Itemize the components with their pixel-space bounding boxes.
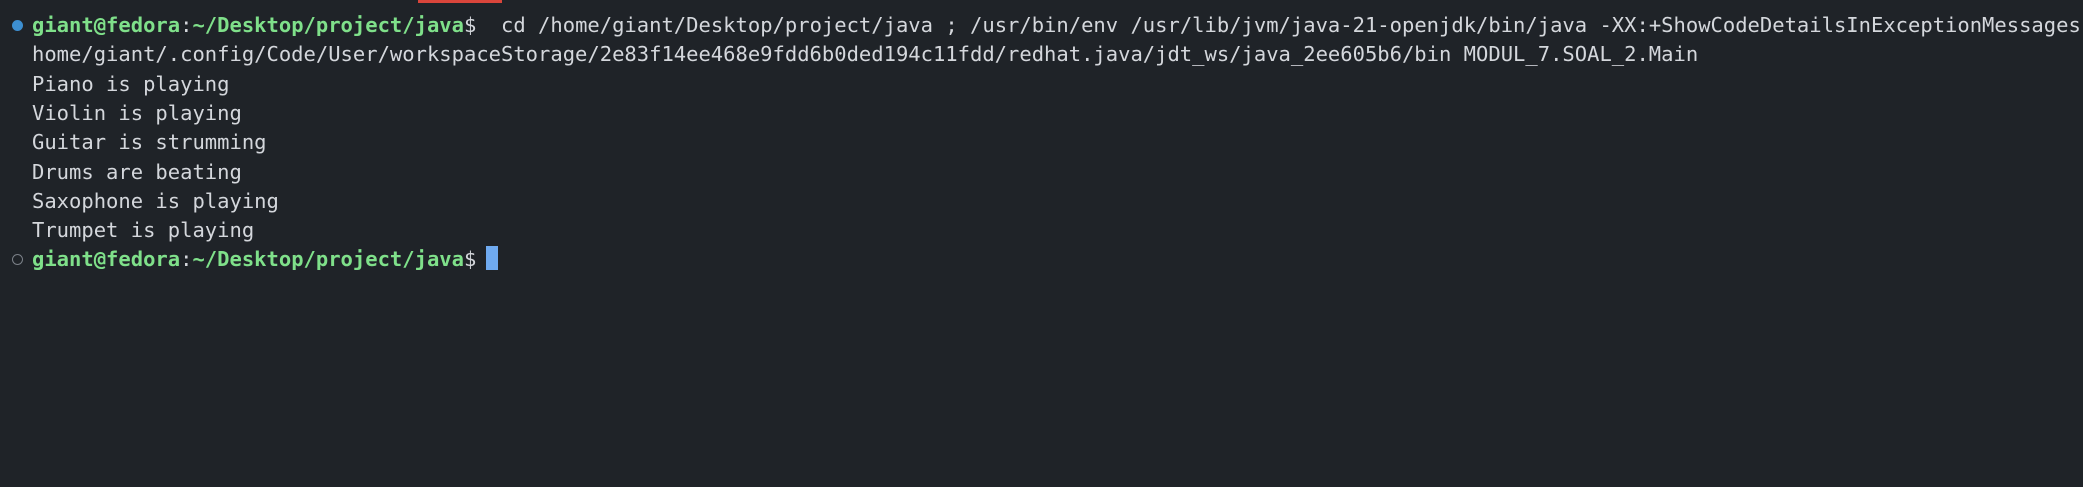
output-line: Guitar is strumming (32, 130, 267, 154)
prompt-colon: : (180, 13, 193, 37)
prompt-colon: : (180, 247, 193, 271)
output-line: Drums are beating (32, 160, 242, 184)
current-prompt-line[interactable]: giant@fedora:~/Desktop/project/java$ (32, 245, 499, 274)
command-success-marker-icon[interactable] (12, 20, 23, 31)
prompt-path: ~/Desktop/project/java (192, 247, 464, 271)
active-tab-indicator (418, 0, 502, 3)
command-text-part-1: cd /home/giant/Desktop/project/java ; /u… (476, 13, 2083, 37)
prompt-user-host: giant@fedora (32, 247, 181, 271)
terminal-cursor[interactable] (486, 246, 499, 270)
prompt-user-host: giant@fedora (32, 13, 181, 37)
output-line: Piano is playing (32, 72, 230, 96)
command-line-2: home/giant/.config/Code/User/workspaceSt… (32, 42, 1699, 66)
output-line: Violin is playing (32, 101, 242, 125)
terminal-panel[interactable]: giant@fedora:~/Desktop/project/java$ cd … (0, 0, 2083, 487)
prompt-path: ~/Desktop/project/java (192, 13, 464, 37)
prompt-symbol: $ (463, 247, 477, 271)
prompt-symbol: $ (463, 13, 477, 37)
command-line-1: giant@fedora:~/Desktop/project/java$ cd … (32, 11, 2083, 40)
command-pending-marker-icon[interactable] (12, 254, 23, 265)
output-line: Saxophone is playing (32, 189, 279, 213)
output-line: Trumpet is playing (32, 218, 255, 242)
